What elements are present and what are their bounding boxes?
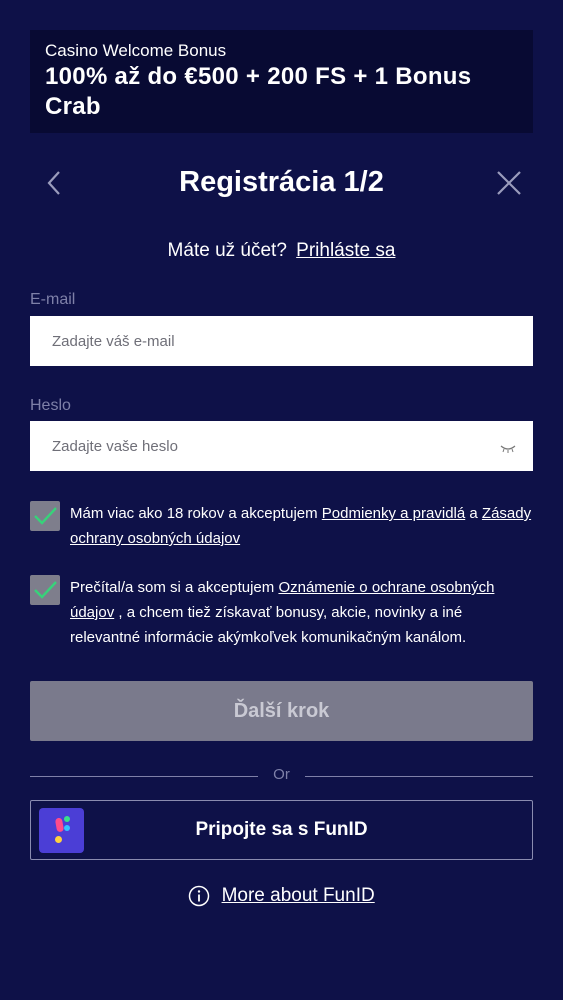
welcome-bonus-banner: Casino Welcome Bonus 100% až do €500 + 2…	[30, 30, 533, 133]
more-about-funid: More about FunID	[0, 885, 563, 907]
login-prompt: Máte už účet? Prihláste sa	[0, 240, 563, 262]
banner-headline: 100% až do €500 + 200 FS + 1 Bonus Crab	[45, 63, 472, 120]
checkmark-icon	[34, 507, 57, 525]
checkmark-icon	[34, 581, 57, 599]
password-field[interactable]	[30, 421, 533, 471]
registration-header: Registrácia 1/2	[0, 160, 563, 206]
or-divider: Or	[30, 765, 533, 785]
login-link[interactable]: Prihláste sa	[296, 240, 395, 261]
email-label: E-mail	[30, 291, 76, 308]
funid-button[interactable]: Pripojte sa s FunID	[30, 800, 533, 860]
terms-link[interactable]: Podmienky a pravidlá	[322, 505, 465, 522]
info-icon	[188, 885, 210, 907]
consent-text: Mám viac ako 18 rokov a akceptujem	[70, 505, 318, 522]
login-question: Máte už účet?	[167, 240, 287, 261]
more-about-funid-link[interactable]: More about FunID	[222, 885, 375, 906]
page-title: Registrácia 1/2	[179, 166, 384, 198]
or-label: Or	[273, 766, 290, 783]
close-icon[interactable]	[494, 168, 524, 198]
consent-text: , a chcem tiež získavať bonusy, akcie, n…	[70, 604, 467, 646]
banner-subtitle: Casino Welcome Bonus	[45, 41, 227, 60]
password-label: Heslo	[30, 397, 71, 414]
age-terms-checkbox[interactable]	[30, 501, 60, 531]
consent-text: a	[469, 505, 478, 522]
age-terms-text: Mám viac ako 18 rokov a akceptujem Podmi…	[70, 501, 533, 551]
next-step-button[interactable]: Ďalší krok	[30, 681, 533, 741]
funid-button-label: Pripojte sa s FunID	[195, 819, 368, 840]
marketing-text: Prečítal/a som si a akceptujem Oznámenie…	[70, 575, 533, 650]
email-field[interactable]	[30, 316, 533, 366]
eye-closed-icon[interactable]	[500, 441, 516, 453]
divider-line	[305, 776, 533, 777]
marketing-checkbox[interactable]	[30, 575, 60, 605]
consent-text: Prečítal/a som si a akceptujem	[70, 579, 275, 596]
